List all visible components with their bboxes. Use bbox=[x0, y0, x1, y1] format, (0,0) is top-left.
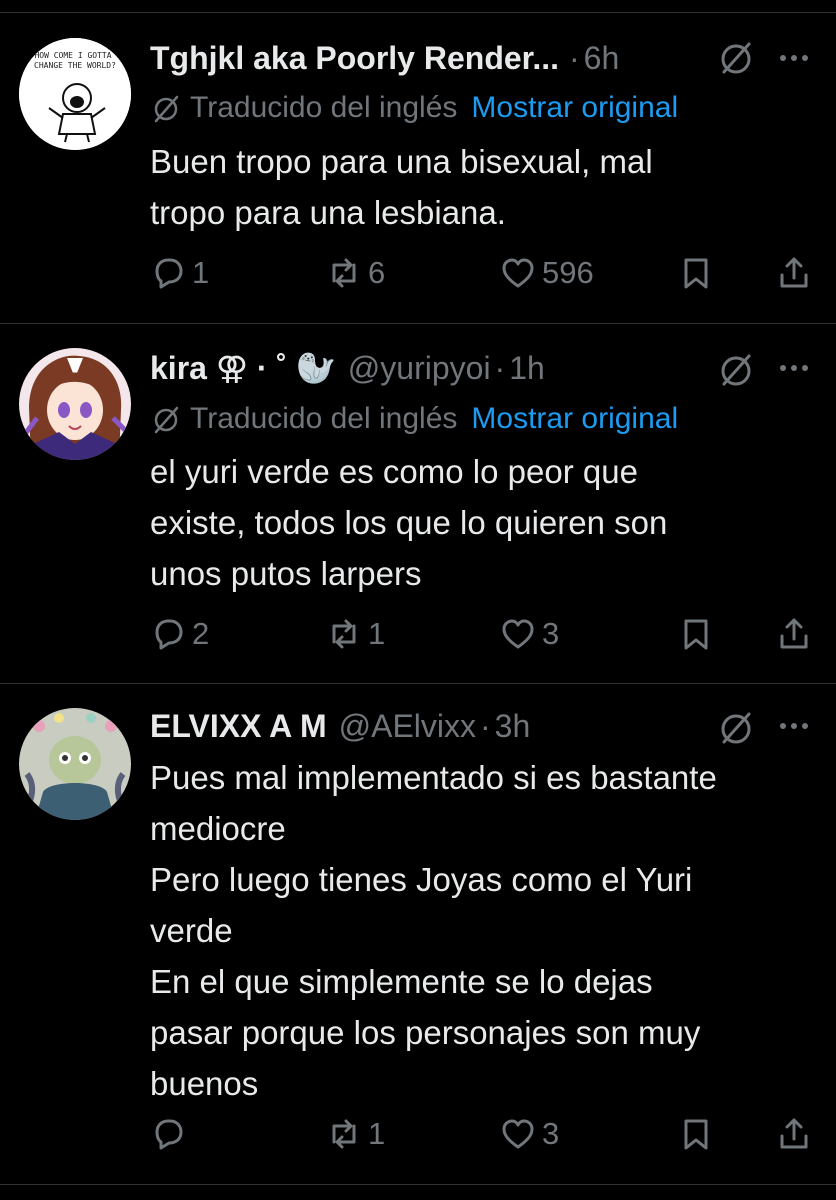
more-icon[interactable] bbox=[774, 706, 814, 746]
tweet-text-line: tropo para una lesbiana. bbox=[150, 194, 506, 231]
like-button[interactable]: 3 bbox=[500, 1114, 559, 1154]
avatar-image: HOW COME I GOTTA CHANGE THE WORLD? bbox=[19, 38, 131, 150]
show-original-link[interactable]: Mostrar original bbox=[471, 402, 678, 436]
grok-icon[interactable] bbox=[716, 350, 756, 390]
tweet-text-line: En el que simplemente se lo dejas bbox=[150, 963, 653, 1000]
avatar[interactable] bbox=[19, 708, 131, 820]
repost-icon bbox=[332, 1119, 356, 1149]
tweet-text: Pues mal implementado si es bastante med… bbox=[150, 752, 717, 1109]
grok-icon[interactable] bbox=[716, 38, 756, 78]
tweet-text-line: mediocre bbox=[150, 810, 286, 847]
bookmark-icon bbox=[684, 1119, 708, 1150]
like-count: 596 bbox=[542, 255, 594, 290]
repost-button[interactable]: 1 bbox=[326, 614, 385, 654]
display-name[interactable]: ELVIXX A M bbox=[150, 708, 327, 745]
reply-icon bbox=[155, 258, 183, 289]
repost-count: 1 bbox=[368, 616, 386, 651]
avatar[interactable]: HOW COME I GOTTA CHANGE THE WORLD? bbox=[19, 38, 131, 150]
bookmark-button[interactable] bbox=[678, 1114, 720, 1154]
share-button[interactable] bbox=[776, 1114, 818, 1154]
repost-count: 1 bbox=[368, 1116, 386, 1151]
translate-icon bbox=[154, 95, 179, 123]
separator-dot: · bbox=[569, 39, 580, 76]
reply-icon bbox=[155, 619, 183, 650]
repost-count: 6 bbox=[368, 255, 386, 290]
avatar-image bbox=[19, 708, 131, 820]
timestamp[interactable]: 6h bbox=[584, 40, 620, 77]
like-icon bbox=[502, 1119, 534, 1149]
tweet-3[interactable]: ELVIXX A M @AElvixx · 3h Pues mal implem… bbox=[0, 684, 836, 1200]
tweet-text-line: buenos bbox=[150, 1065, 259, 1102]
tweet-1[interactable]: HOW COME I GOTTA CHANGE THE WORLD? Tghjk… bbox=[0, 0, 836, 324]
translation-notice: Traducido del inglés Mostrar original bbox=[150, 88, 678, 128]
tweet-text-line: unos putos larpers bbox=[150, 555, 422, 592]
translate-icon bbox=[154, 406, 179, 434]
share-button[interactable] bbox=[776, 614, 818, 654]
tweet-text-line: Pues mal implementado si es bastante bbox=[150, 759, 717, 796]
reply-count: 2 bbox=[192, 616, 210, 651]
grok-icon[interactable] bbox=[716, 708, 756, 748]
tweet-header: kira ⚢ · ˚ 🦭 @yuripyoi · 1h bbox=[150, 348, 545, 388]
avatar[interactable] bbox=[19, 348, 131, 460]
reply-button[interactable]: 1 bbox=[150, 253, 209, 293]
like-icon bbox=[502, 258, 534, 288]
handle[interactable]: @AElvixx bbox=[339, 708, 476, 745]
bookmark-icon bbox=[684, 619, 708, 650]
separator-dot: · bbox=[480, 707, 491, 744]
timestamp[interactable]: 1h bbox=[509, 350, 545, 387]
tweet-text: el yuri verde es como lo peor que existe… bbox=[150, 446, 667, 599]
like-button[interactable]: 596 bbox=[500, 253, 594, 293]
translation-notice: Traducido del inglés Mostrar original bbox=[150, 399, 678, 439]
translated-label: Traducido del inglés bbox=[190, 91, 458, 124]
display-name[interactable]: Tghjkl aka Poorly Render... bbox=[150, 40, 559, 77]
like-count: 3 bbox=[542, 616, 560, 651]
tweet-text-line: el yuri verde es como lo peor que bbox=[150, 453, 638, 490]
more-icon[interactable] bbox=[774, 38, 814, 78]
tweet-text-line: pasar porque los personajes son muy bbox=[150, 1014, 701, 1051]
share-icon bbox=[780, 1118, 808, 1149]
display-name[interactable]: kira ⚢ · ˚ 🦭 bbox=[150, 349, 336, 387]
like-icon bbox=[502, 619, 534, 649]
timestamp[interactable]: 3h bbox=[495, 708, 531, 745]
bookmark-button[interactable] bbox=[678, 614, 720, 654]
share-icon bbox=[780, 257, 808, 288]
tweet-text-line: existe, todos los que lo quieren son bbox=[150, 504, 668, 541]
like-button[interactable]: 3 bbox=[500, 614, 559, 654]
tweet-header: ELVIXX A M @AElvixx · 3h bbox=[150, 706, 530, 746]
show-original-link[interactable]: Mostrar original bbox=[471, 91, 678, 125]
reply-button[interactable] bbox=[150, 1114, 192, 1154]
bookmark-icon bbox=[684, 258, 708, 289]
tweet-divider bbox=[0, 1184, 836, 1185]
share-icon bbox=[780, 618, 808, 649]
repost-button[interactable]: 6 bbox=[326, 253, 385, 293]
handle[interactable]: @yuripyoi bbox=[348, 350, 491, 387]
tweet-2[interactable]: kira ⚢ · ˚ 🦭 @yuripyoi · 1h Traducido de… bbox=[0, 324, 836, 684]
reply-count: 1 bbox=[192, 255, 210, 290]
avatar-image bbox=[19, 348, 131, 460]
bookmark-button[interactable] bbox=[678, 253, 720, 293]
tweet-header: Tghjkl aka Poorly Render... · 6h bbox=[150, 38, 619, 78]
reply-button[interactable]: 2 bbox=[150, 614, 209, 654]
tweet-text-line: Pero luego tienes Joyas como el Yuri bbox=[150, 861, 693, 898]
repost-button[interactable]: 1 bbox=[326, 1114, 385, 1154]
reply-icon bbox=[155, 1119, 183, 1150]
translated-label: Traducido del inglés bbox=[190, 402, 458, 435]
separator-dot: · bbox=[494, 349, 506, 386]
tweet-text: Buen tropo para una bisexual, mal tropo … bbox=[150, 136, 653, 238]
repost-icon bbox=[332, 619, 356, 649]
tweet-text-line: Buen tropo para una bisexual, mal bbox=[150, 143, 653, 180]
share-button[interactable] bbox=[776, 253, 818, 293]
more-icon[interactable] bbox=[774, 348, 814, 388]
like-count: 3 bbox=[542, 1116, 560, 1151]
avatar-caption-line2: CHANGE THE WORLD? bbox=[34, 61, 116, 70]
repost-icon bbox=[332, 258, 356, 288]
tweet-text-line: verde bbox=[150, 912, 233, 949]
avatar-caption-line1: HOW COME I GOTTA bbox=[34, 51, 111, 60]
